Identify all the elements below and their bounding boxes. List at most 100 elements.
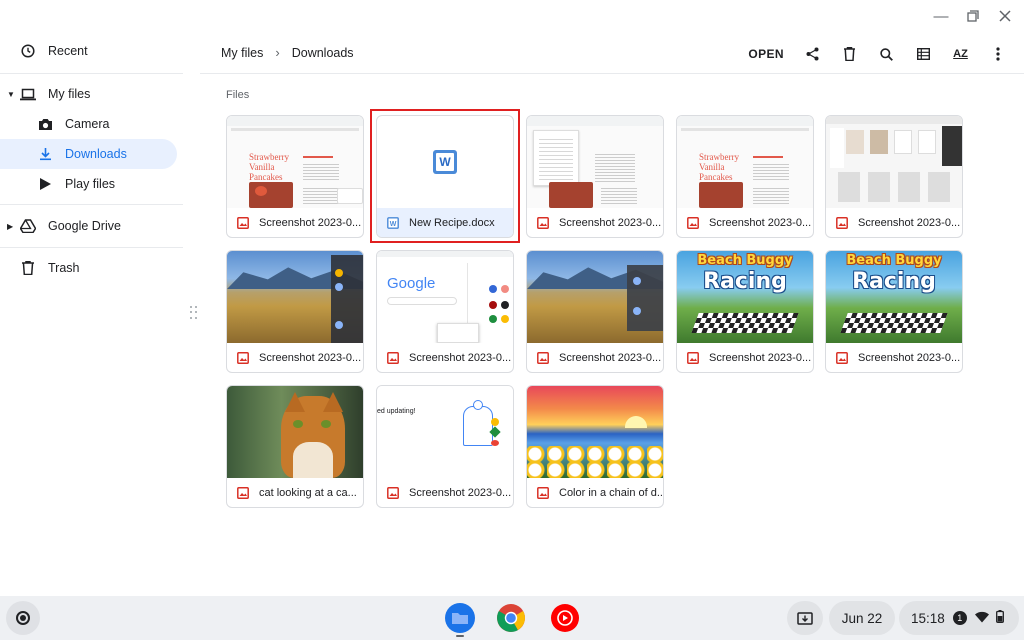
file-tile[interactable]: Screenshot 2023-0... [526, 115, 664, 238]
file-tile[interactable]: Beach Buggy Racing Screenshot 2023-0... [676, 250, 814, 373]
divider [0, 204, 183, 205]
thumb-text: Vanilla [699, 162, 725, 172]
file-name: Screenshot 2023-0... [858, 352, 961, 364]
file-name-row: Screenshot 2023-0... [677, 208, 813, 237]
sidebar-item-label: My files [48, 87, 91, 101]
sidebar-item-label: Trash [48, 261, 80, 275]
file-tile[interactable]: Strawberry Vanilla Pancakes Screenshot 2… [676, 115, 814, 238]
thumb-text: Beach Buggy [697, 253, 793, 268]
battery-icon [995, 610, 1004, 626]
sidebar: Recent ▼ My files Camera Downloads Play … [0, 34, 186, 283]
file-thumbnail: Strawberry Vanilla Pancakes [677, 116, 813, 208]
running-indicator [456, 635, 464, 637]
file-tile[interactable]: Strawberry Vanilla Pancakes Screenshot 2… [226, 115, 364, 238]
image-file-icon [836, 352, 848, 364]
image-file-icon [537, 217, 549, 229]
expand-arrow-icon[interactable]: ▶ [7, 222, 13, 231]
image-file-icon [237, 217, 249, 229]
file-name: cat looking at a ca... [259, 487, 357, 499]
launcher-button[interactable] [6, 601, 40, 635]
file-name: Screenshot 2023-0... [709, 352, 812, 364]
more-options-icon[interactable] [979, 40, 1016, 68]
holding-space-button[interactable] [787, 601, 823, 635]
breadcrumb-current[interactable]: Downloads [292, 46, 354, 60]
file-name: Screenshot 2023-0... [858, 217, 961, 229]
thumb-text: Vanilla [249, 162, 275, 172]
thumb-text: Pancakes [249, 172, 283, 182]
date-tray[interactable]: Jun 22 [829, 601, 895, 635]
divider [0, 73, 183, 74]
delete-icon[interactable] [831, 40, 868, 68]
file-thumbnail [227, 251, 363, 343]
file-thumbnail [527, 386, 663, 478]
chevron-right-icon: › [275, 45, 280, 60]
status-tray[interactable]: 15:18 1 [899, 601, 1019, 635]
share-icon[interactable] [794, 40, 831, 68]
time-label: 15:18 [911, 610, 945, 626]
file-name-row: Screenshot 2023-0... [227, 208, 363, 237]
sidebar-item-recent[interactable]: Recent [0, 34, 186, 68]
file-tile[interactable]: Screenshot 2023-0... [526, 250, 664, 373]
file-name-row: Color in a chain of d... [527, 478, 663, 507]
file-name-row: Screenshot 2023-0... [227, 343, 363, 372]
image-file-icon [537, 487, 549, 499]
list-view-icon[interactable] [905, 40, 942, 68]
file-name: Screenshot 2023-0... [709, 217, 812, 229]
search-icon[interactable] [868, 40, 905, 68]
header-bar: My files › Downloads OPEN AZ [200, 34, 1024, 74]
image-file-icon [237, 352, 249, 364]
thumb-text: Strawberry [249, 152, 289, 162]
sidebar-item-google-drive[interactable]: ▶ Google Drive [0, 210, 186, 242]
file-thumbnail: Beach Buggy Racing [826, 251, 962, 343]
file-tile[interactable]: Screenshot 2023-0... [226, 250, 364, 373]
image-file-icon [836, 217, 848, 229]
image-file-icon [387, 352, 399, 364]
thumb-text: Racing [703, 269, 787, 294]
breadcrumb: My files › Downloads [221, 45, 354, 60]
image-file-icon [537, 352, 549, 364]
sidebar-item-label: Camera [65, 117, 110, 131]
sidebar-item-play-files[interactable]: Play files [0, 169, 186, 199]
thumb-text: Strawberry [699, 152, 739, 162]
file-name: Screenshot 2023-0... [409, 352, 512, 364]
drive-icon [19, 217, 37, 235]
file-tile[interactable]: Google Screenshot 2023-0... [376, 250, 514, 373]
restore-icon[interactable] [962, 6, 984, 26]
shelf: Jun 22 15:18 1 [0, 596, 1024, 640]
file-thumbnail [227, 386, 363, 478]
open-button[interactable]: OPEN [738, 41, 794, 67]
sidebar-resize-handle[interactable] [190, 306, 198, 320]
file-thumbnail: Beach Buggy Racing [677, 251, 813, 343]
thumb-text: Google [387, 275, 436, 292]
sort-icon[interactable]: AZ [942, 40, 979, 68]
close-icon[interactable] [994, 6, 1016, 26]
section-title: Files [226, 89, 250, 101]
expand-arrow-icon[interactable]: ▼ [7, 90, 15, 99]
sidebar-item-camera[interactable]: Camera [0, 109, 186, 139]
clock-icon [19, 42, 37, 60]
file-tile[interactable]: cat looking at a ca... [226, 385, 364, 508]
file-name: Color in a chain of d... [559, 487, 663, 499]
file-name-row: Screenshot 2023-0... [527, 208, 663, 237]
file-tile[interactable]: ed updating! Screenshot 2023-0... [376, 385, 514, 508]
files-app-icon[interactable] [443, 601, 477, 635]
thumb-text: ed updating! [377, 408, 416, 415]
file-thumbnail: Google [377, 251, 513, 343]
file-name: Screenshot 2023-0... [559, 352, 662, 364]
sidebar-item-trash[interactable]: Trash [0, 253, 186, 283]
file-name: Screenshot 2023-0... [259, 352, 362, 364]
sidebar-item-my-files[interactable]: ▼ My files [0, 79, 186, 109]
file-tile[interactable]: Color in a chain of d... [526, 385, 664, 508]
youtube-music-icon[interactable] [548, 601, 582, 635]
thumb-text: Pancakes [699, 172, 733, 182]
chrome-icon[interactable] [494, 601, 528, 635]
thumb-text: Racing [852, 269, 936, 294]
file-tile[interactable]: Beach Buggy Racing Screenshot 2023-0... [825, 250, 963, 373]
divider [0, 247, 183, 248]
file-tile[interactable]: Screenshot 2023-0... [825, 115, 963, 238]
minimize-icon[interactable]: — [930, 6, 952, 26]
sidebar-item-label: Play files [65, 177, 116, 191]
breadcrumb-root[interactable]: My files [221, 46, 263, 60]
sidebar-item-label: Recent [48, 44, 88, 58]
sidebar-item-downloads[interactable]: Downloads [0, 139, 177, 169]
